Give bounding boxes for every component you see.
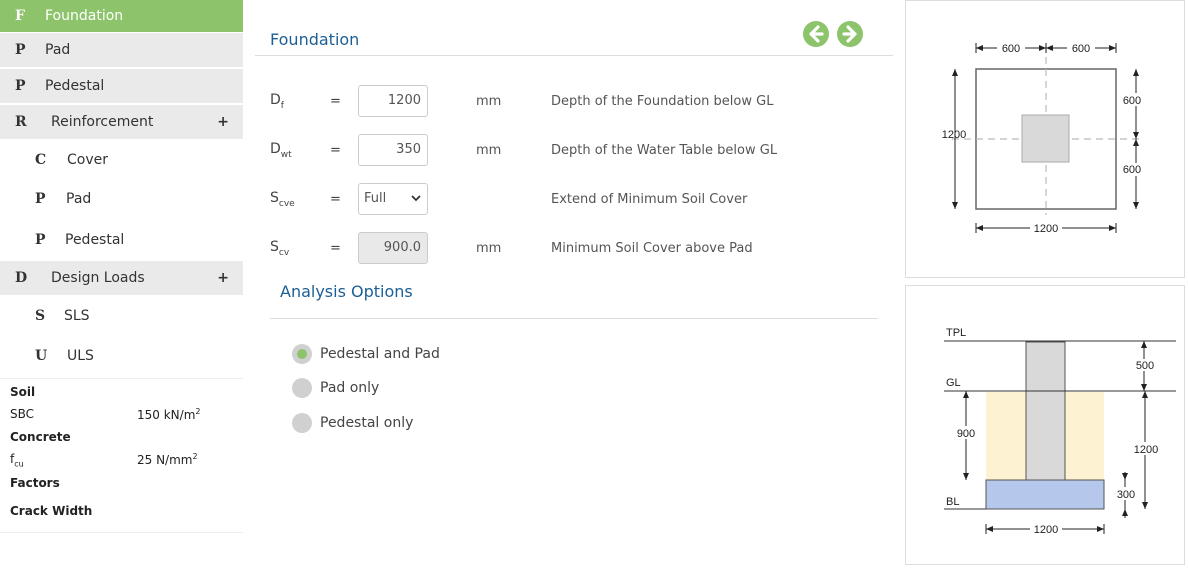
scve-selected-value: Full bbox=[364, 191, 387, 206]
section-view-diagram: TPL GL BL 500 900 1200 300 1200 bbox=[944, 327, 1176, 536]
sidebar-item-pedestal[interactable]: P Pedestal bbox=[0, 69, 243, 104]
scv-unit: mm bbox=[476, 241, 502, 256]
design-summary: Soil SBC 150 kN/m2 Concrete fcu 25 N/mm2… bbox=[0, 378, 243, 533]
option-pedestal-and-pad[interactable]: Pedestal and Pad bbox=[292, 344, 440, 364]
dim-1200-vertical: 1200 bbox=[1134, 444, 1158, 456]
sidebar-item-foundation[interactable]: F Foundation bbox=[0, 0, 243, 33]
option-label: Pedestal only bbox=[320, 415, 414, 431]
gl-label: GL bbox=[946, 377, 961, 389]
sidebar-item-design-loads[interactable]: D Design Loads + bbox=[0, 261, 243, 296]
df-description: Depth of the Foundation below GL bbox=[551, 94, 774, 109]
sidebar-item-label: Foundation bbox=[45, 8, 124, 24]
previous-button[interactable] bbox=[803, 21, 829, 47]
df-unit: mm bbox=[476, 94, 502, 109]
sidebar-item-cover[interactable]: C Cover bbox=[0, 141, 243, 179]
dim-top-right: 600 bbox=[1072, 43, 1090, 55]
sidebar-item-letter: F bbox=[15, 8, 25, 24]
soil-heading: Soil bbox=[10, 385, 36, 399]
main-content: Foundation Df = 1200 mm Depth of the Fou… bbox=[255, 0, 895, 568]
plan-view-diagram: 600 600 1200 600 600 1200 bbox=[942, 41, 1151, 235]
sbc-value: 150 kN/m2 bbox=[137, 407, 201, 422]
sidebar-item-label: Pedestal bbox=[45, 78, 105, 94]
equals-sign: = bbox=[330, 192, 341, 207]
option-pad-only[interactable]: Pad only bbox=[292, 378, 379, 398]
scv-description: Minimum Soil Cover above Pad bbox=[551, 241, 753, 256]
df-symbol: Df bbox=[270, 92, 284, 111]
sidebar-item-reinf-pad[interactable]: P Pad bbox=[0, 180, 243, 218]
radio-icon[interactable] bbox=[292, 378, 312, 398]
sidebar-item-reinforcement[interactable]: R Reinforcement + bbox=[0, 105, 243, 140]
sidebar-item-label: Pad bbox=[66, 191, 92, 207]
equals-sign: = bbox=[330, 94, 341, 109]
sidebar-item-letter: P bbox=[15, 42, 26, 58]
sidebar-item-sls[interactable]: S SLS bbox=[0, 297, 243, 335]
arrow-left-icon bbox=[809, 25, 824, 43]
concrete-heading: Concrete bbox=[10, 430, 71, 444]
sidebar-item-letter: P bbox=[15, 78, 26, 94]
sidebar-item-letter: U bbox=[35, 348, 48, 364]
sidebar-item-label: SLS bbox=[64, 308, 90, 324]
expand-icon[interactable]: + bbox=[217, 270, 229, 286]
dwt-description: Depth of the Water Table below GL bbox=[551, 143, 778, 158]
sidebar-item-letter: P bbox=[35, 232, 46, 248]
equals-sign: = bbox=[330, 143, 341, 158]
sidebar-item-label: Pad bbox=[45, 42, 71, 58]
crack-width-heading: Crack Width bbox=[10, 504, 93, 518]
sidebar-item-letter: S bbox=[35, 308, 46, 324]
dwt-unit: mm bbox=[476, 143, 502, 158]
sidebar-item-label: ULS bbox=[67, 348, 94, 364]
radio-icon[interactable] bbox=[292, 413, 312, 433]
analysis-divider bbox=[270, 318, 878, 319]
dim-right-top: 600 bbox=[1123, 95, 1141, 107]
next-button[interactable] bbox=[837, 21, 863, 47]
arrow-right-icon bbox=[842, 25, 857, 43]
df-input[interactable]: 1200 bbox=[358, 85, 428, 117]
dim-500: 500 bbox=[1136, 360, 1154, 372]
radio-selected-icon[interactable] bbox=[292, 344, 312, 364]
analysis-options-title: Analysis Options bbox=[280, 282, 413, 301]
sidebar-item-label: Pedestal bbox=[65, 232, 125, 248]
chevron-down-icon bbox=[411, 184, 421, 226]
sidebar-item-label: Cover bbox=[67, 152, 108, 168]
sidebar-item-reinf-pedestal[interactable]: P Pedestal bbox=[0, 220, 243, 260]
dim-right-bottom: 600 bbox=[1123, 164, 1141, 176]
page-title: Foundation bbox=[270, 30, 360, 49]
scv-symbol: Scv bbox=[270, 239, 290, 258]
option-label: Pad only bbox=[320, 380, 380, 396]
sidebar-item-label: Reinforcement bbox=[51, 114, 154, 130]
fcu-label: fcu bbox=[10, 452, 24, 469]
equals-sign: = bbox=[330, 241, 341, 256]
dim-bottom: 1200 bbox=[1034, 223, 1058, 235]
sidebar: F Foundation P Pad P Pedestal R Reinforc… bbox=[0, 0, 243, 568]
sidebar-item-letter: C bbox=[35, 152, 47, 168]
scve-symbol: Scve bbox=[270, 190, 295, 209]
plan-view-panel: 600 600 1200 600 600 1200 bbox=[905, 0, 1185, 278]
option-pedestal-only[interactable]: Pedestal only bbox=[292, 413, 413, 433]
section-view-panel: TPL GL BL 500 900 1200 300 1200 bbox=[905, 285, 1185, 565]
sidebar-item-pad[interactable]: P Pad bbox=[0, 33, 243, 68]
sidebar-item-letter: D bbox=[15, 270, 28, 286]
title-divider bbox=[255, 55, 893, 56]
sidebar-item-letter: P bbox=[35, 191, 46, 207]
dwt-symbol: Dwt bbox=[270, 141, 292, 160]
dwt-input[interactable]: 350 bbox=[358, 134, 428, 166]
dim-1200-horizontal: 1200 bbox=[1034, 524, 1058, 536]
bl-label: BL bbox=[946, 496, 959, 508]
sidebar-item-letter: R bbox=[15, 114, 27, 130]
expand-icon[interactable]: + bbox=[217, 114, 229, 130]
sidebar-item-uls[interactable]: U ULS bbox=[0, 337, 243, 375]
sbc-label: SBC bbox=[10, 407, 35, 421]
dim-top-left: 600 bbox=[1002, 43, 1020, 55]
option-label: Pedestal and Pad bbox=[320, 346, 440, 362]
sidebar-item-label: Design Loads bbox=[51, 270, 145, 286]
scve-description: Extend of Minimum Soil Cover bbox=[551, 192, 748, 207]
dim-left: 1200 bbox=[942, 129, 966, 141]
fcu-value: 25 N/mm2 bbox=[137, 452, 198, 467]
scv-input: 900.0 bbox=[358, 232, 428, 264]
tpl-label: TPL bbox=[946, 327, 966, 339]
dim-300: 300 bbox=[1117, 489, 1135, 501]
factors-heading: Factors bbox=[10, 476, 60, 490]
dim-900: 900 bbox=[957, 428, 975, 440]
scve-select[interactable]: Full bbox=[358, 183, 428, 215]
